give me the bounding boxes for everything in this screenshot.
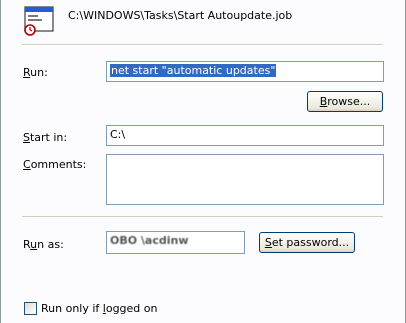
run-only-if-logged-on-label[interactable]: Run only if logged on xyxy=(41,302,158,315)
comments-label: Comments: xyxy=(23,158,87,171)
start-in-input[interactable]: C:\ xyxy=(106,125,384,146)
run-only-if-logged-on-checkbox[interactable] xyxy=(24,302,37,315)
run-as-label: Run as: xyxy=(23,238,64,251)
separator-top xyxy=(22,44,383,46)
run-as-value: OBO \acdinw xyxy=(110,234,189,247)
run-as-input[interactable]: OBO \acdinw xyxy=(106,231,245,254)
task-properties-panel: C:\WINDOWS\Tasks\Start Autoupdate.job Ru… xyxy=(0,0,406,323)
start-in-label: Start in: xyxy=(23,131,68,144)
run-command-input[interactable]: net start "automatic updates" xyxy=(106,61,384,82)
set-password-button[interactable]: Set password... xyxy=(259,232,355,253)
scheduled-task-icon xyxy=(22,4,56,38)
job-path-label: C:\WINDOWS\Tasks\Start Autoupdate.job xyxy=(68,9,293,22)
run-command-text: net start "automatic updates" xyxy=(110,64,277,77)
browse-button[interactable]: Browse... xyxy=(307,91,383,112)
run-label: Run: xyxy=(23,66,48,79)
separator-middle xyxy=(22,216,383,218)
comments-textarea[interactable] xyxy=(106,154,384,205)
